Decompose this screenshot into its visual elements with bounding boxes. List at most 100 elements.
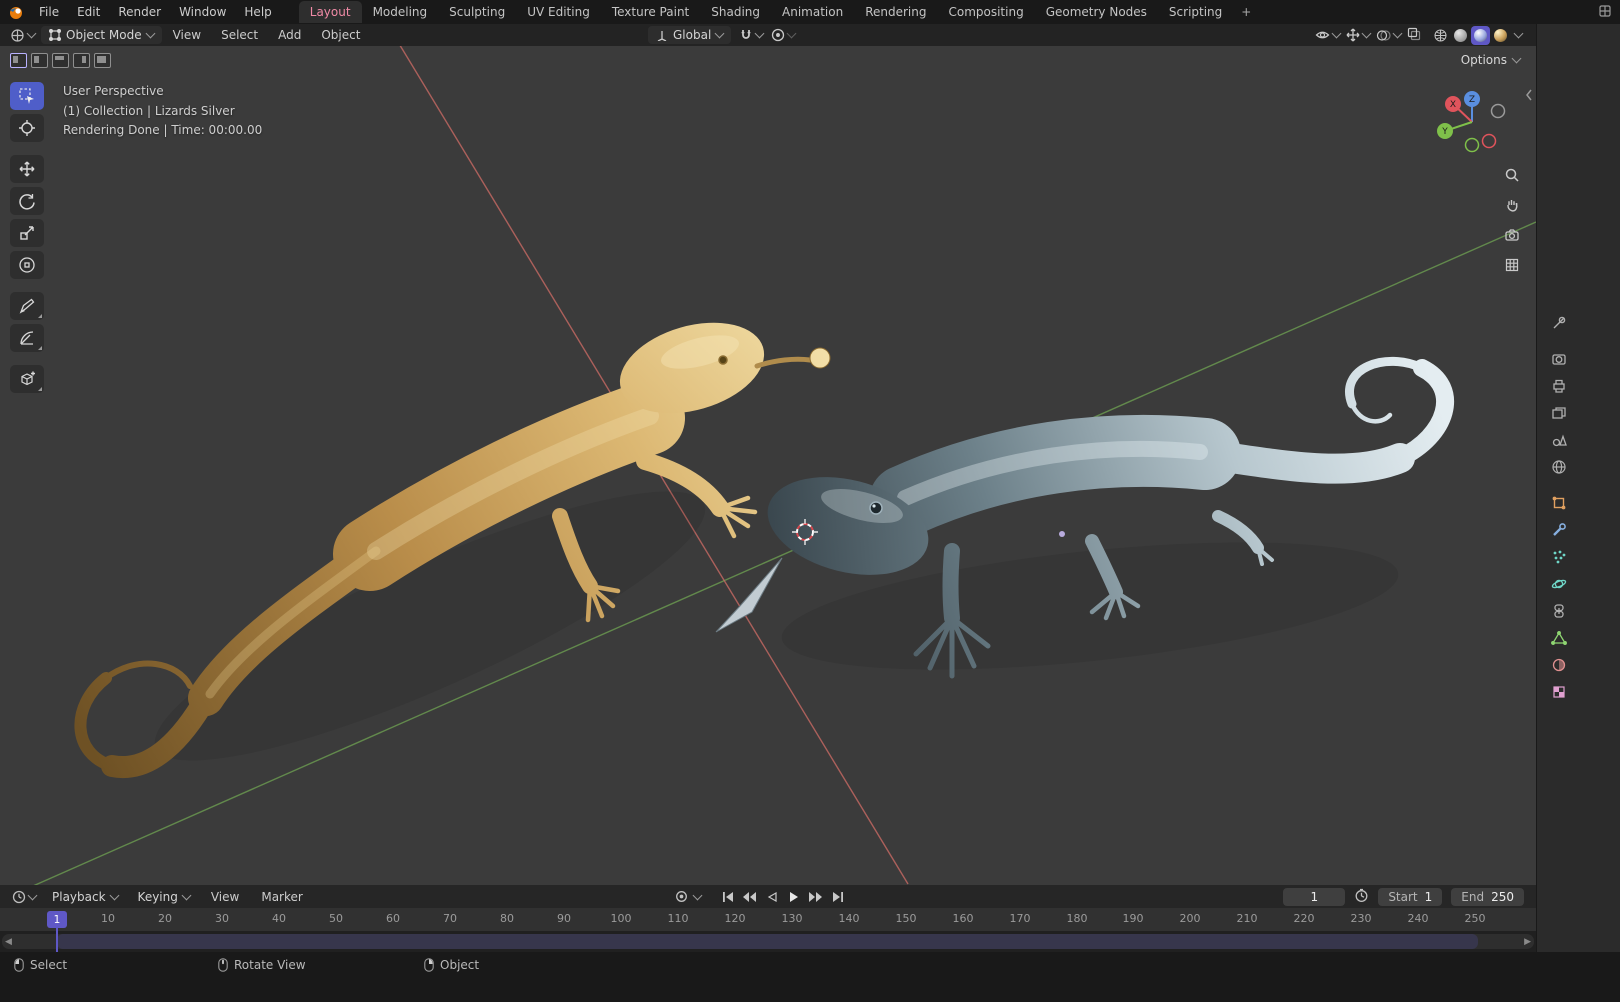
workspace-tab-geometry-nodes[interactable]: Geometry Nodes [1035, 1, 1158, 23]
menu-view[interactable]: View [164, 25, 210, 45]
editor-layout-icon-5[interactable] [94, 53, 111, 68]
properties-tab-scene[interactable] [1546, 429, 1572, 451]
gizmo-negative-x[interactable] [1481, 133, 1497, 149]
mode-label: Object Mode [66, 28, 142, 42]
properties-tab-particles[interactable] [1546, 546, 1572, 568]
workspace-tab-layout[interactable]: Layout [298, 1, 362, 23]
properties-tab-physics[interactable] [1546, 573, 1572, 595]
editor-layout-icon-4[interactable] [73, 53, 90, 68]
menu-object[interactable]: Object [312, 25, 369, 45]
properties-tab-output[interactable] [1546, 375, 1572, 397]
sidebar-toggle-arrow[interactable] [1524, 88, 1534, 105]
pan-hand-icon[interactable] [1501, 194, 1523, 216]
playback-dropdown[interactable]: Playback [44, 888, 126, 906]
workspace-tab-rendering[interactable]: Rendering [854, 1, 937, 23]
menu-timeline-view[interactable]: View [202, 887, 248, 907]
add-workspace-button[interactable]: + [1233, 3, 1259, 21]
properties-tab-texture[interactable] [1546, 681, 1572, 703]
jump-to-end-button[interactable] [828, 888, 847, 905]
auto-keying-toggle[interactable] [672, 888, 691, 905]
play-reverse-button[interactable] [762, 888, 781, 905]
workspace-tab-shading[interactable]: Shading [700, 1, 771, 23]
tool-cursor[interactable] [10, 114, 44, 142]
shading-material-preview-button[interactable] [1471, 25, 1490, 45]
editor-layout-icon-3[interactable] [52, 53, 69, 68]
use-preview-range-icon[interactable] [1354, 888, 1369, 906]
properties-tab-view-layer[interactable] [1546, 402, 1572, 424]
editor-layout-icon-1[interactable] [10, 53, 27, 68]
menu-add[interactable]: Add [269, 25, 310, 45]
timeline-editor-type-selector[interactable] [8, 890, 40, 904]
properties-tab-object[interactable] [1546, 492, 1572, 514]
gold-lizard-model[interactable] [74, 307, 831, 804]
menu-help[interactable]: Help [235, 2, 280, 22]
previous-keyframe-button[interactable] [740, 888, 759, 905]
properties-tab-object-data[interactable] [1546, 627, 1572, 649]
tool-measure[interactable] [10, 324, 44, 352]
keying-dropdown[interactable]: Keying [130, 888, 198, 906]
viewport-3d-scene[interactable] [0, 46, 1536, 885]
current-frame-field[interactable]: 1 [1283, 887, 1346, 906]
gizmo-negative-y[interactable] [1464, 137, 1480, 153]
end-frame-field[interactable]: End 250 [1451, 887, 1524, 906]
status-grid-icon[interactable] [1598, 4, 1612, 21]
proportional-editing-toggle[interactable] [771, 28, 797, 42]
3d-viewport[interactable]: User Perspective (1) Collection | Lizard… [0, 46, 1536, 885]
start-frame-field[interactable]: Start 1 [1378, 887, 1443, 906]
overlays-dropdown[interactable] [1376, 28, 1403, 42]
properties-tab-modifiers[interactable] [1546, 519, 1572, 541]
blender-logo-icon[interactable] [8, 4, 24, 20]
tool-scale[interactable] [10, 219, 44, 247]
jump-to-start-button[interactable] [718, 888, 737, 905]
menu-select[interactable]: Select [212, 25, 267, 45]
workspace-tab-compositing[interactable]: Compositing [937, 1, 1034, 23]
gizmos-dropdown[interactable] [1346, 28, 1372, 42]
scroll-right-icon[interactable]: ▶ [1524, 937, 1531, 947]
options-dropdown[interactable]: Options [1461, 53, 1522, 67]
tool-transform[interactable] [10, 251, 44, 279]
tool-annotate[interactable] [10, 292, 44, 320]
editor-layout-icon-2[interactable] [31, 53, 48, 68]
menu-window[interactable]: Window [170, 2, 235, 22]
properties-tab-world[interactable] [1546, 456, 1572, 478]
xray-toggle[interactable] [1407, 27, 1421, 44]
play-button[interactable] [784, 888, 803, 905]
shading-solid-button[interactable] [1451, 26, 1470, 45]
properties-tab-material[interactable] [1546, 654, 1572, 676]
workspace-tab-uv-editing[interactable]: UV Editing [516, 1, 601, 23]
menu-edit[interactable]: Edit [68, 2, 109, 22]
visibility-dropdown[interactable] [1315, 28, 1342, 41]
menu-render[interactable]: Render [109, 2, 170, 22]
tool-select-box[interactable] [10, 82, 44, 110]
mode-dropdown[interactable]: Object Mode [41, 26, 162, 44]
transform-orientation-dropdown[interactable]: Global [648, 26, 732, 44]
silver-lizard-model[interactable] [715, 356, 1455, 693]
zoom-icon[interactable] [1501, 164, 1523, 186]
timeline-track[interactable]: ◀ ▶ [0, 931, 1536, 952]
properties-tab-tool[interactable] [1546, 312, 1572, 334]
workspace-tab-texture-paint[interactable]: Texture Paint [601, 1, 700, 23]
workspace-tab-scripting[interactable]: Scripting [1158, 1, 1233, 23]
workspace-tab-sculpting[interactable]: Sculpting [438, 1, 516, 23]
timeline-ruler[interactable]: 10 20 30 40 50 60 70 80 90 100 110 120 1… [0, 908, 1536, 931]
shading-wireframe-button[interactable] [1431, 26, 1450, 45]
editor-type-selector[interactable] [6, 28, 39, 43]
camera-view-icon[interactable] [1501, 224, 1523, 246]
shading-rendered-button[interactable] [1491, 26, 1510, 45]
properties-tab-constraints[interactable] [1546, 600, 1572, 622]
tool-add-cube[interactable] [10, 365, 44, 393]
snap-toggle[interactable] [739, 28, 765, 42]
gizmo-negative-axis[interactable] [1490, 103, 1506, 119]
next-keyframe-button[interactable] [806, 888, 825, 905]
scroll-left-icon[interactable]: ◀ [5, 937, 12, 947]
tool-rotate[interactable] [10, 187, 44, 215]
workspace-tab-modeling[interactable]: Modeling [362, 1, 439, 23]
navigation-gizmo[interactable]: Z X Y [1434, 84, 1512, 162]
menu-file[interactable]: File [30, 2, 68, 22]
menu-timeline-marker[interactable]: Marker [252, 887, 311, 907]
tool-move[interactable] [10, 155, 44, 183]
workspace-tab-animation[interactable]: Animation [771, 1, 854, 23]
toggle-ortho-icon[interactable] [1501, 254, 1523, 276]
properties-tab-render[interactable] [1546, 348, 1572, 370]
ruler-tick: 50 [329, 912, 343, 925]
